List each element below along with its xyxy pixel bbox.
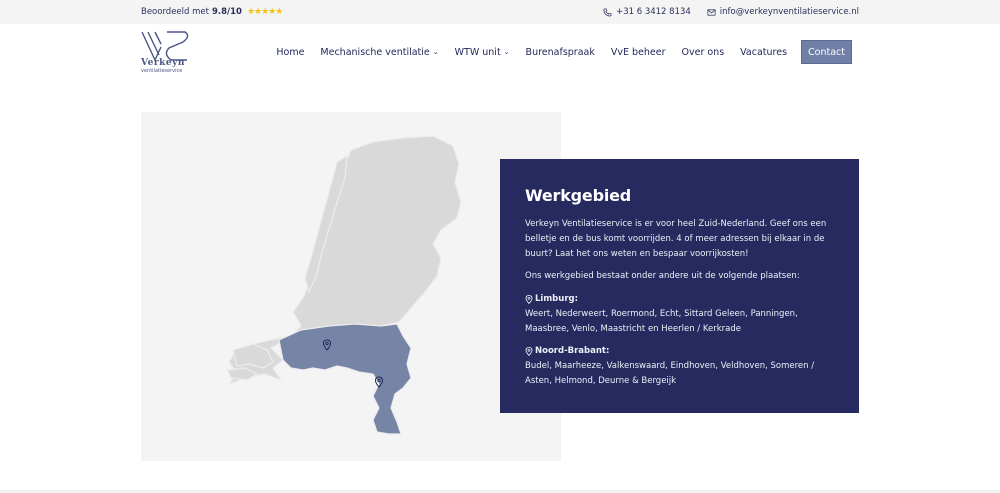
email-address: info@verkeynventilatieservice.nl (719, 7, 859, 17)
rating: Beoordeeld met 9.8/10 ★★★★★ (141, 7, 283, 17)
location-pin-icon (525, 295, 533, 304)
chevron-down-icon: ⌄ (503, 48, 510, 56)
region-places: Budel, Maarheeze, Valkenswaard, Eindhove… (525, 361, 815, 386)
phone-link[interactable]: +31 6 3412 8134 (603, 7, 691, 17)
werkgebied-card: Werkgebied Verkeyn Ventilatieservice is … (500, 159, 859, 413)
nav-burenafspraak[interactable]: Burenafspraak (518, 40, 603, 64)
nav-vacatures-label: Vacatures (740, 46, 788, 58)
nav-over-ons[interactable]: Over ons (674, 40, 733, 64)
top-contact: +31 6 3412 8134 info@verkeynventilatiese… (603, 7, 859, 17)
nav-burenafspraak-label: Burenafspraak (525, 46, 595, 58)
region-noord-brabant: Noord-Brabant: Budel, Maarheeze, Valkens… (525, 344, 837, 389)
region-name: Noord-Brabant: (535, 346, 610, 356)
nav-wtw-unit-label: WTW unit (454, 46, 501, 58)
chevron-down-icon: ⌄ (432, 48, 439, 56)
nav-over-ons-label: Over ons (681, 46, 725, 58)
nav-mechanische-ventilatie-label: Mechanische ventilatie (320, 46, 430, 58)
region-limburg: Limburg: Weert, Nederweert, Roermond, Ec… (525, 292, 837, 337)
logo-tagline: ventilatieservice (141, 68, 183, 74)
contact-button[interactable]: Contact (801, 40, 852, 64)
nav-home[interactable]: Home (268, 40, 312, 64)
region-title: Limburg: (525, 292, 837, 307)
rating-prefix: Beoordeeld met (141, 7, 209, 17)
region-title: Noord-Brabant: (525, 344, 837, 359)
nav-vve-beheer[interactable]: VvE beheer (603, 40, 674, 64)
site-header: Verkeyn ventilatieservice Home Mechanisc… (0, 24, 1000, 80)
rating-value: 9.8/10 (211, 7, 242, 17)
region-name: Limburg: (535, 294, 578, 304)
phone-number: +31 6 3412 8134 (616, 7, 691, 17)
nav-home-label: Home (276, 46, 305, 58)
nav-vacatures[interactable]: Vacatures (732, 40, 795, 64)
logo-name: Verkeyn (141, 58, 185, 68)
card-places-intro: Ons werkgebied bestaat onder andere uit … (525, 271, 800, 281)
phone-icon (603, 8, 612, 16)
nav-vve-beheer-label: VvE beheer (610, 46, 666, 58)
map-limburg-brabant-highlight (278, 323, 412, 435)
map-panel (141, 112, 561, 461)
nav-wtw-unit[interactable]: WTW unit ⌄ (447, 40, 518, 64)
top-bar: Beoordeeld met 9.8/10 ★★★★★ +31 6 3412 8… (0, 0, 1000, 24)
card-intro: Verkeyn Ventilatieservice is er voor hee… (525, 219, 827, 259)
netherlands-map (226, 135, 462, 435)
location-pin-icon (525, 347, 533, 356)
star-rating-icon: ★★★★★ (246, 7, 283, 17)
email-link[interactable]: info@verkeynventilatieservice.nl (707, 7, 859, 17)
nav-mechanische-ventilatie[interactable]: Mechanische ventilatie ⌄ (312, 40, 446, 64)
mail-icon (707, 8, 716, 16)
main-nav: Home Mechanische ventilatie ⌄ WTW unit ⌄ B… (268, 40, 852, 64)
region-places: Weert, Nederweert, Roermond, Echt, Sitta… (525, 309, 798, 334)
card-title: Werkgebied (525, 186, 632, 205)
